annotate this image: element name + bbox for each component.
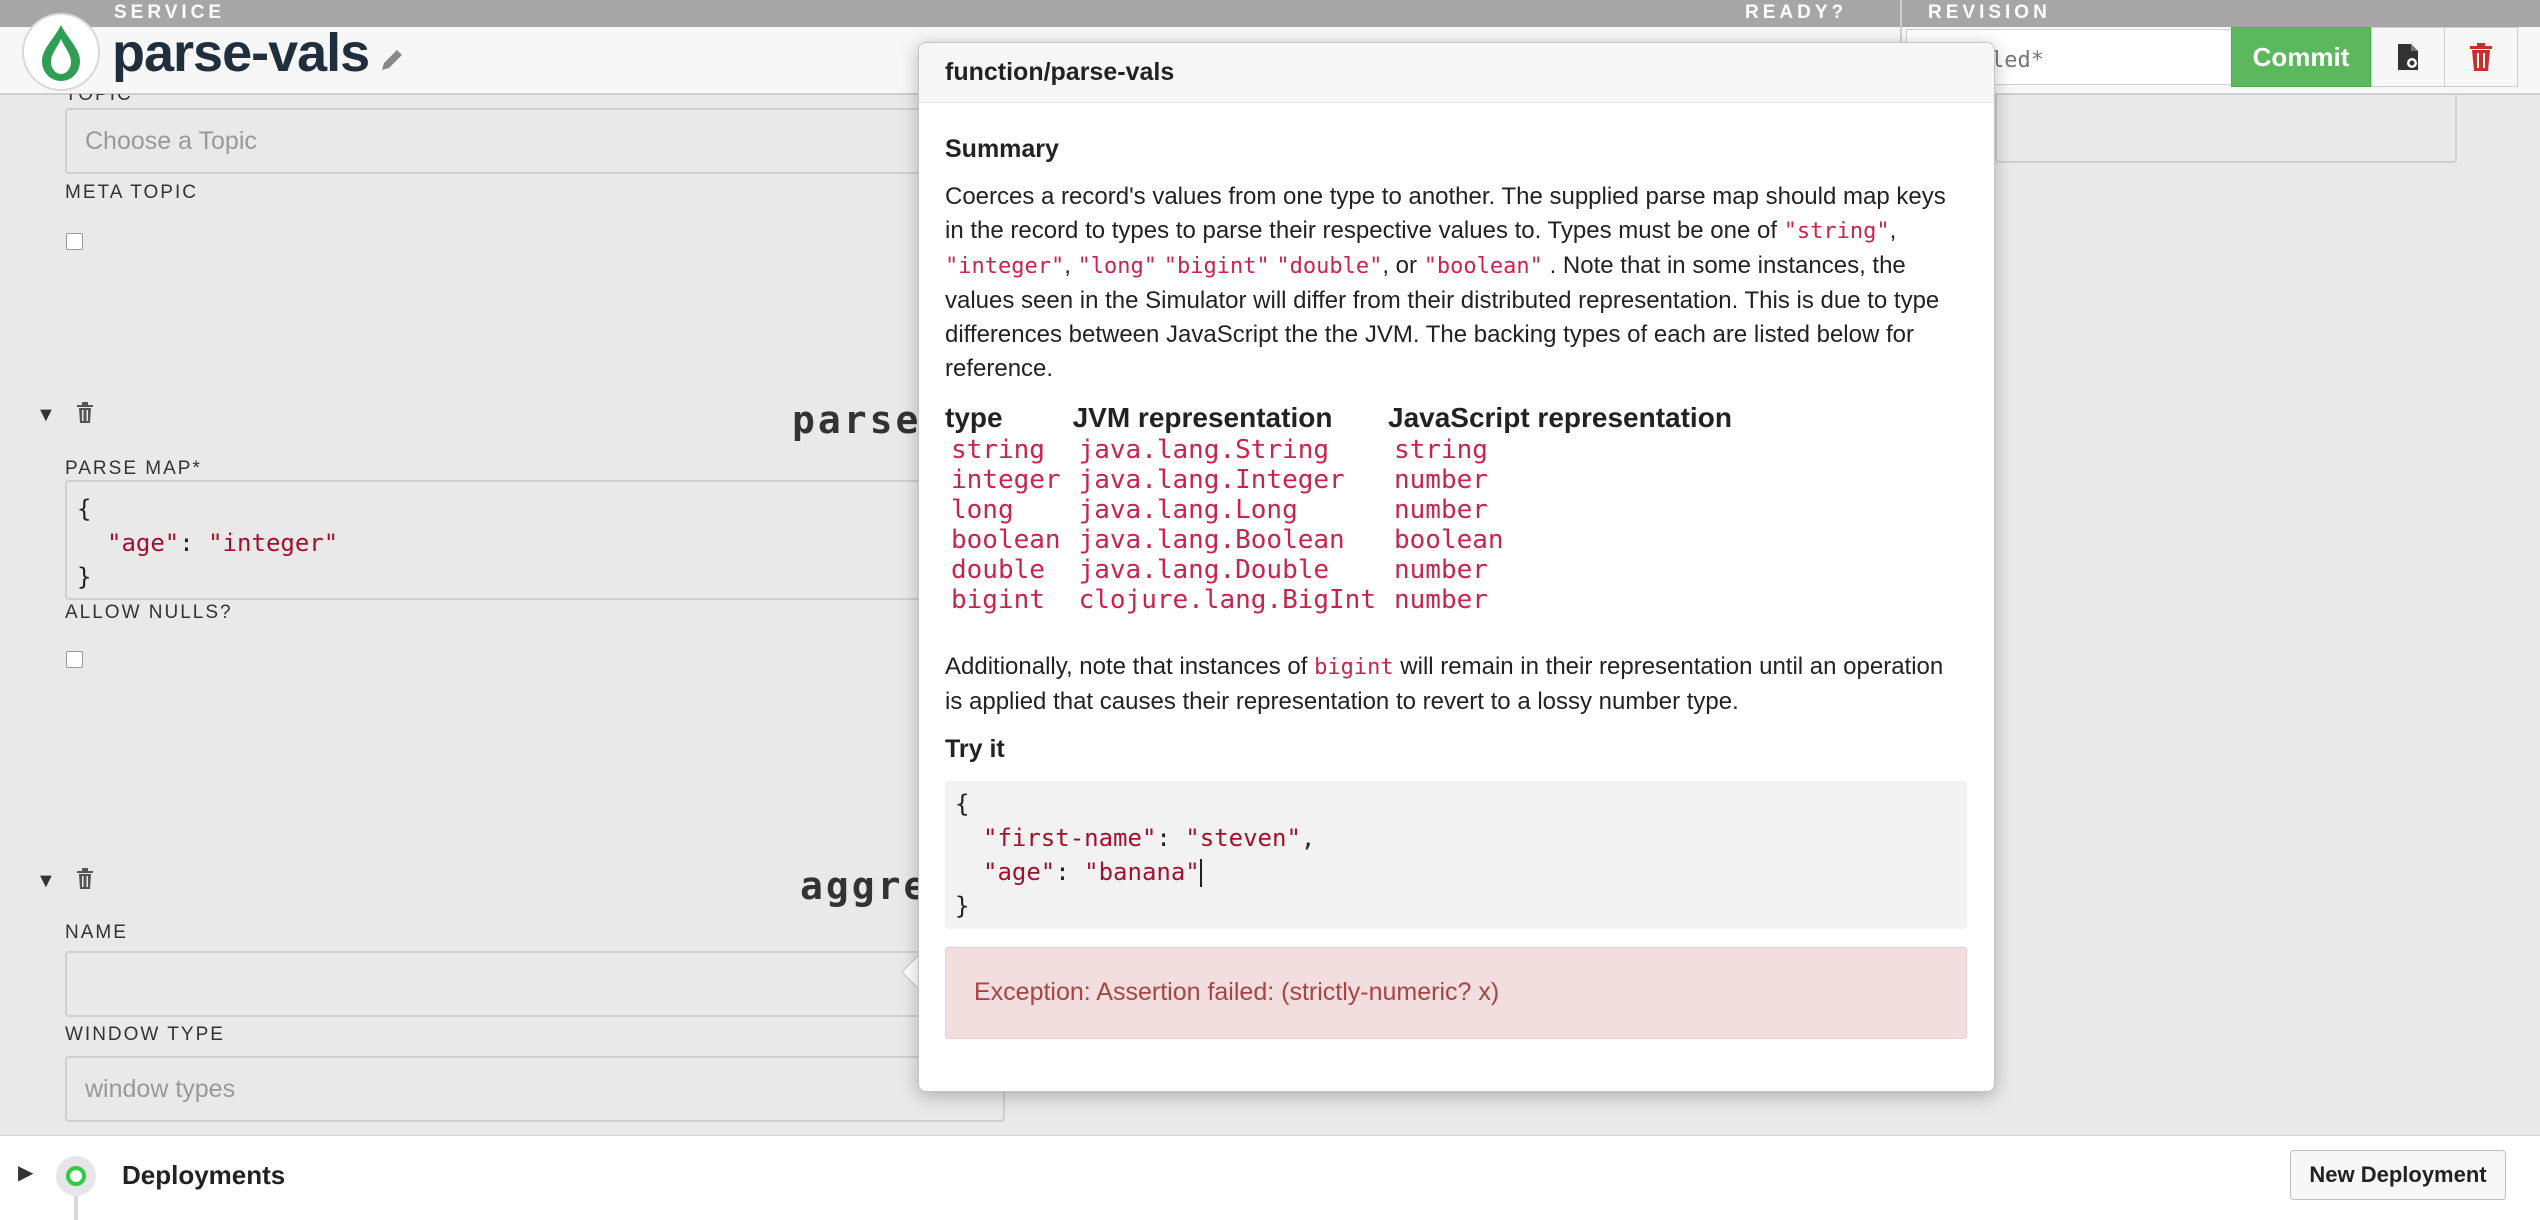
summary-heading: Summary: [945, 135, 1059, 163]
right-input-remnant: [1995, 95, 2457, 163]
delete-service-button[interactable]: [2444, 27, 2518, 87]
json-brace-close: }: [77, 563, 92, 591]
table-row: string java.lang.String string: [951, 435, 1488, 465]
json-brace-close: }: [955, 892, 970, 920]
window-type-label: WINDOW TYPE: [65, 1024, 225, 1045]
table-row: long java.lang.Long number: [951, 495, 1488, 525]
exception-alert: Exception: Assertion failed: (strictly-n…: [945, 947, 1967, 1039]
popover-title: function/parse-vals: [919, 43, 1994, 103]
deployments-label: Deployments: [122, 1160, 286, 1190]
file-settings-button[interactable]: [2371, 27, 2445, 87]
collapse-section-toggle[interactable]: ▼: [36, 404, 56, 427]
ready-label: READY?: [1745, 2, 1848, 23]
name-input[interactable]: [65, 951, 1005, 1017]
trash-icon[interactable]: [76, 402, 94, 429]
try-it-heading: Try it: [945, 735, 1005, 763]
json-colon: :: [179, 529, 209, 557]
revision-label: REVISION: [1928, 2, 2051, 23]
deploy-connector: [74, 1196, 78, 1220]
deployments-bar: [0, 1135, 2540, 1220]
table-row: boolean java.lang.Boolean boolean: [951, 525, 1504, 555]
function-doc-popover: function/parse-vals Summary Coerces a re…: [918, 42, 1995, 1092]
column-header: JVM representation: [1072, 402, 1333, 433]
column-header: type: [945, 402, 1003, 433]
edit-title-icon[interactable]: [378, 46, 406, 79]
column-header: JavaScript representation: [1388, 402, 1732, 433]
trash-icon[interactable]: [76, 868, 94, 895]
header-topbar: [0, 0, 2540, 27]
allow-nulls-label: ALLOW NULLS?: [65, 602, 233, 623]
commit-button[interactable]: Commit: [2231, 27, 2371, 87]
additional-note: Additionally, note that instances of big…: [945, 653, 1944, 715]
allow-nulls-checkbox[interactable]: [66, 651, 83, 668]
type-table: type JVM representation JavaScript repre…: [945, 401, 1742, 615]
service-label: SERVICE: [114, 2, 226, 23]
window-type-select[interactable]: window types: [65, 1056, 1005, 1122]
summary-text: Coerces a record's values from one type …: [945, 183, 1946, 382]
trash-icon: [2470, 43, 2492, 71]
json-value: "integer": [208, 529, 339, 557]
meta-topic-label: META TOPIC: [65, 182, 198, 203]
json-brace-open: {: [77, 495, 92, 523]
expand-deployments-toggle[interactable]: ▶: [18, 1160, 33, 1185]
table-row: integer java.lang.Integer number: [951, 465, 1488, 495]
json-key: "age": [107, 529, 180, 557]
file-icon: [2398, 44, 2418, 70]
text-cursor: [1199, 859, 1202, 887]
meta-topic-checkbox[interactable]: [66, 233, 83, 250]
new-deployment-button[interactable]: New Deployment: [2290, 1150, 2506, 1200]
name-label: NAME: [65, 922, 128, 943]
try-it-editor[interactable]: { "first-name": "steven", "age": "banana…: [945, 781, 1967, 929]
parse-map-editor[interactable]: { "age": "integer" }: [65, 480, 1005, 600]
json-brace-open: {: [955, 790, 970, 818]
table-row: bigint clojure.lang.BigInt number: [951, 585, 1488, 615]
table-row: double java.lang.Double number: [951, 555, 1488, 585]
table-header-row: type JVM representation JavaScript repre…: [945, 401, 1742, 435]
topic-select[interactable]: Choose a Topic: [65, 108, 1005, 174]
page-title: parse-vals: [112, 23, 370, 83]
collapse-section-toggle[interactable]: ▼: [36, 870, 56, 893]
parse-map-label: PARSE MAP*: [65, 458, 202, 479]
deploy-status-icon: [56, 1156, 96, 1196]
logo-icon: [22, 13, 100, 91]
